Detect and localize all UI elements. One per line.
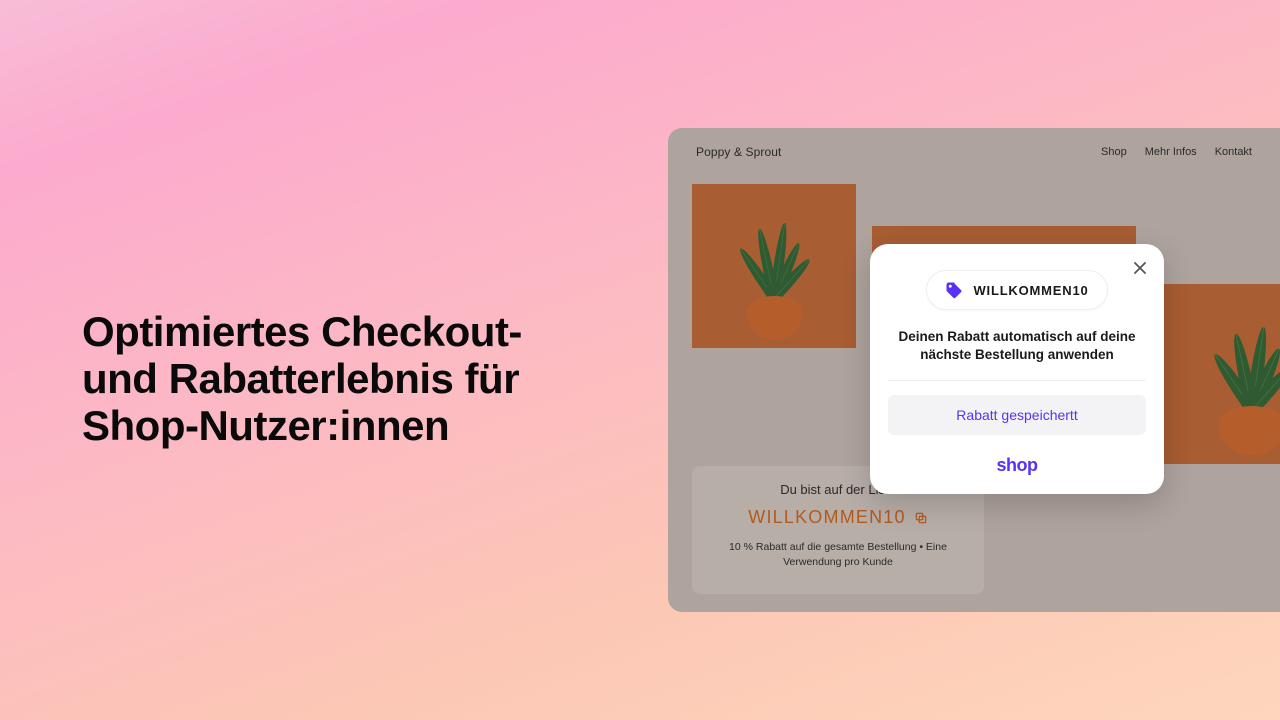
discount-code: WILLKOMMEN10	[973, 283, 1088, 298]
nav-more-info[interactable]: Mehr Infos	[1145, 146, 1197, 158]
headline: Optimiertes Checkout- und Rabatterlebnis…	[82, 308, 602, 449]
modal-body: Deinen Rabatt automatisch auf deine näch…	[888, 328, 1146, 381]
store-brand: Poppy & Sprout	[696, 145, 781, 159]
nav-shop[interactable]: Shop	[1101, 146, 1127, 158]
store-header: Poppy & Sprout Shop Mehr Infos Kontakt	[668, 128, 1280, 176]
marketing-slide: Optimiertes Checkout- und Rabatterlebnis…	[0, 0, 1280, 720]
close-icon	[1133, 261, 1147, 275]
promo-code-text: WILLKOMMEN10	[748, 507, 905, 528]
save-discount-button[interactable]: Rabatt gespeichertt	[888, 395, 1146, 435]
close-button[interactable]	[1130, 258, 1150, 278]
product-tile[interactable]	[1152, 284, 1280, 464]
plant-icon	[1172, 320, 1280, 464]
promo-code[interactable]: WILLKOMMEN10	[748, 507, 927, 528]
discount-modal: WILLKOMMEN10 Deinen Rabatt automatisch a…	[870, 244, 1164, 494]
nav-contact[interactable]: Kontakt	[1215, 146, 1252, 158]
tag-icon	[945, 281, 963, 299]
promo-terms: 10 % Rabatt auf die gesamte Bestellung •…	[704, 540, 972, 569]
store-nav: Shop Mehr Infos Kontakt	[1101, 146, 1252, 158]
copy-icon	[914, 511, 928, 525]
discount-pill: WILLKOMMEN10	[926, 270, 1107, 310]
shop-logo: shop	[888, 455, 1146, 476]
product-tile[interactable]	[692, 184, 856, 348]
plant-icon	[708, 217, 839, 348]
